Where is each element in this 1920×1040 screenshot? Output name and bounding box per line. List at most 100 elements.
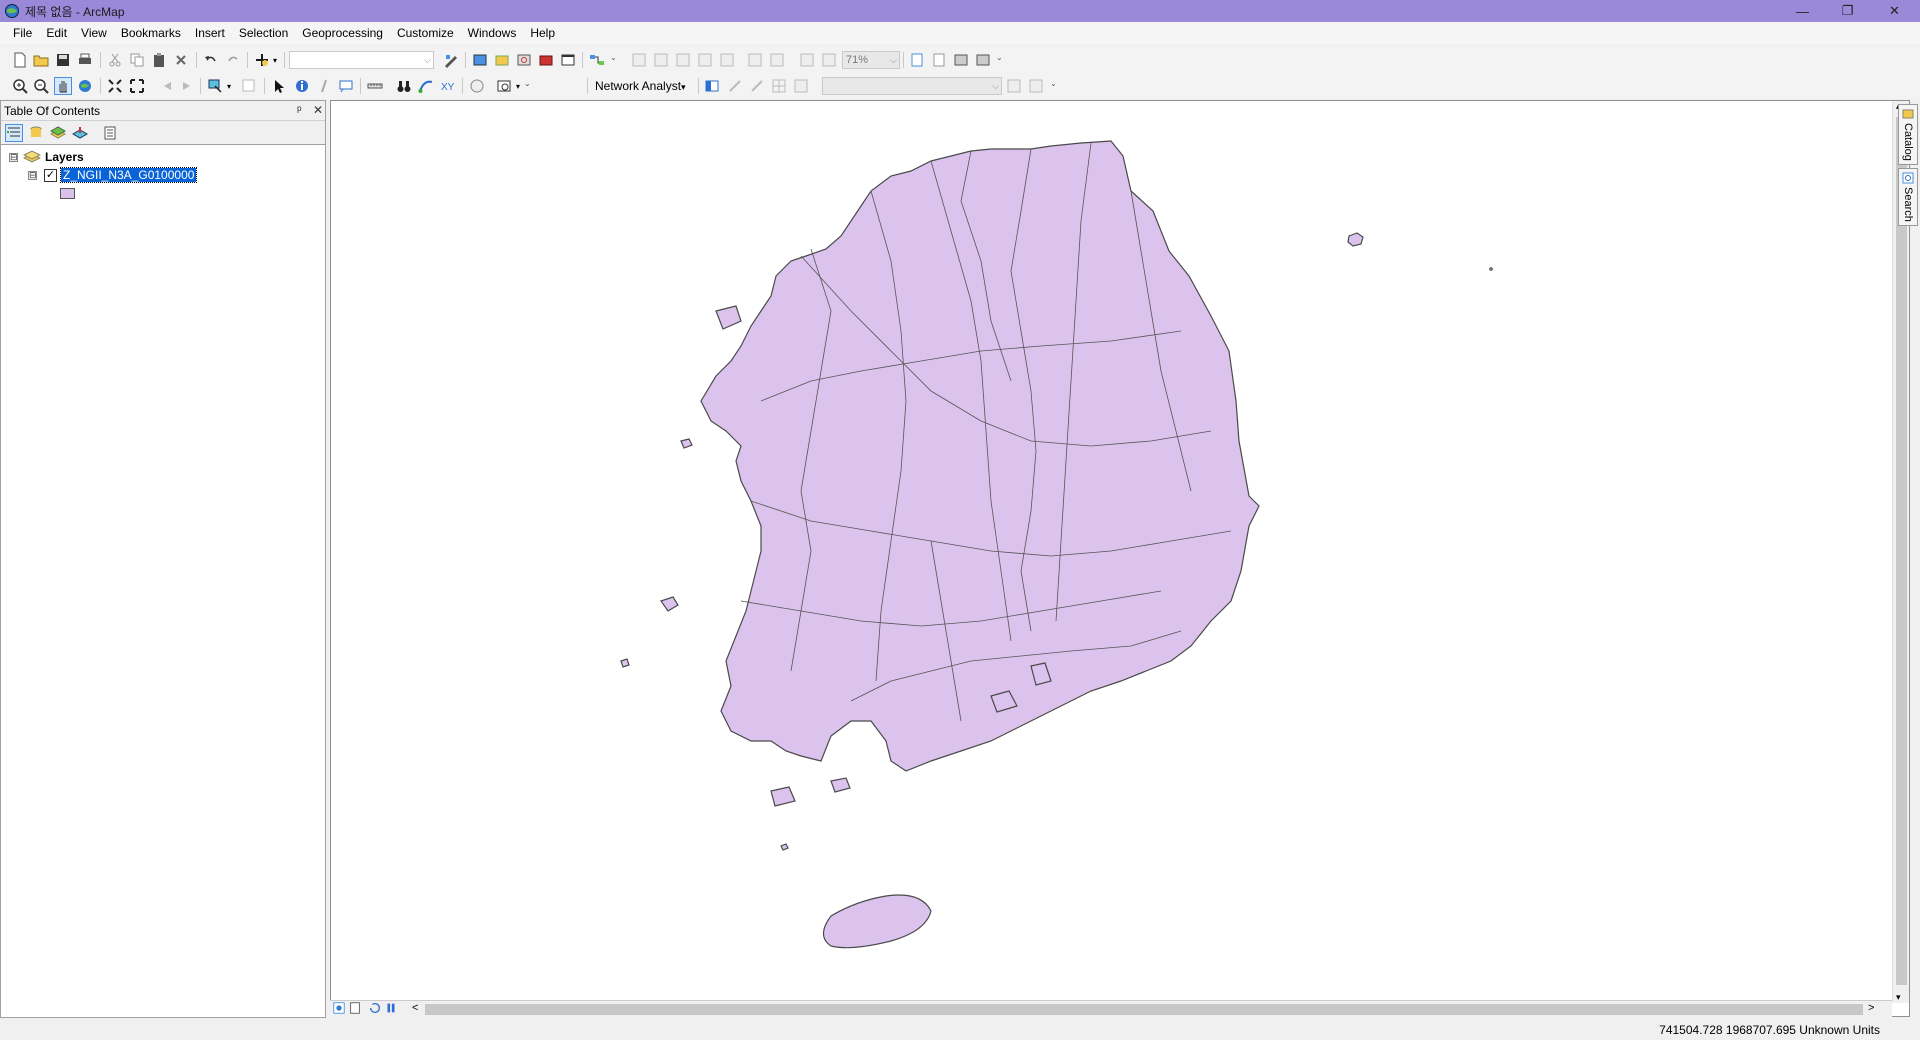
undo-icon[interactable] [202,51,220,69]
search-tab[interactable]: Search [1898,167,1918,226]
list-by-source-icon[interactable] [27,124,45,142]
find-binoculars-icon[interactable] [395,77,413,95]
menu-file[interactable]: File [6,22,39,44]
add-data-icon[interactable] [253,51,271,69]
menu-windows[interactable]: Windows [461,22,524,44]
editor-toolbar-icon[interactable] [442,51,460,69]
pause-drawing-icon[interactable] [384,1001,398,1015]
menu-view[interactable]: View [74,22,114,44]
layers-expander[interactable]: ⊟ [9,152,18,162]
data-driven-pages-icon[interactable] [974,51,992,69]
menu-customize[interactable]: Customize [390,22,461,44]
jindo-island-polygon [770,786,796,807]
new-document-icon[interactable] [11,51,29,69]
refresh-view-icon[interactable] [368,1001,382,1015]
create-viewer-window-icon[interactable] [495,77,513,95]
network-analyst-window-icon[interactable] [703,77,721,95]
cut-icon[interactable] [106,51,124,69]
korea-mainland-polygon [700,140,1260,772]
scroll-down-arrow[interactable]: ▾ [1896,992,1901,1003]
ganghwa-island-polygon [715,305,742,330]
toc-options-icon[interactable] [101,124,119,142]
menu-edit[interactable]: Edit [39,22,74,44]
back-extent-icon[interactable] [158,77,176,95]
menu-insert[interactable]: Insert [188,22,232,44]
list-by-visibility-icon[interactable] [49,124,67,142]
korea-map[interactable] [331,101,1881,1003]
scroll-right-arrow[interactable]: > [1868,1002,1874,1014]
copy-icon[interactable] [128,51,146,69]
full-extent-globe-icon[interactable] [76,77,94,95]
minimize-button[interactable]: — [1780,0,1825,22]
model-builder-icon[interactable] [588,51,606,69]
menu-bookmarks[interactable]: Bookmarks [114,22,188,44]
menu-selection[interactable]: Selection [232,22,295,44]
measure-icon[interactable] [366,77,384,95]
map-scale-combo[interactable]: ⌵ [289,51,434,69]
fixed-zoom-in-arrows-icon[interactable] [106,77,124,95]
title-bar: 제목 없음 - ArcMap — ❐ ✕ [0,0,1920,22]
select-features-icon[interactable] [206,77,224,95]
focus-data-frame-icon[interactable] [930,51,948,69]
hyperlink-icon[interactable] [315,77,333,95]
clear-selection-icon[interactable] [240,77,258,95]
menu-help[interactable]: Help [523,22,562,44]
zoom-out-icon[interactable] [32,77,50,95]
polygon-symbol-swatch[interactable] [60,187,75,199]
pan-hand-icon[interactable] [54,77,72,95]
paste-icon[interactable] [150,51,168,69]
forward-extent-icon[interactable] [178,77,196,95]
catalog-window-icon[interactable] [493,51,511,69]
vertical-scrollbar[interactable]: ▴ ▾ [1892,101,1909,1003]
network-analyst-menu[interactable]: Network Analyst▾ [595,77,686,96]
redo-icon[interactable] [224,51,242,69]
list-by-drawing-order-icon[interactable] [5,124,23,142]
select-elements-arrow-icon[interactable] [270,77,288,95]
time-slider-icon[interactable] [468,77,486,95]
zoom-out-fixed-icon [652,51,670,69]
python-window-icon[interactable] [559,51,577,69]
delete-icon[interactable] [172,51,190,69]
add-data-dropdown-icon[interactable]: ▾ [270,51,280,69]
vertical-scroll-thumb[interactable] [1896,117,1907,985]
viewer-dropdown-icon[interactable]: ▾ [513,77,523,95]
layer-expander[interactable]: ⊟ [28,170,37,180]
menu-geoprocessing[interactable]: Geoprocessing [295,22,390,44]
sinan-island-polygon [660,596,679,612]
pin-icon[interactable]: ᵖ [297,103,302,117]
arctoolbox-icon[interactable] [537,51,555,69]
map-display[interactable]: ▴ ▾ [330,100,1910,1017]
layer-visibility-checkbox[interactable]: ✓ [44,168,57,182]
layout-view-icon[interactable] [348,1001,362,1015]
zoom-in-icon[interactable] [11,77,29,95]
layers-dataframe-row[interactable]: ⊟ Layers [9,149,84,165]
search-tab-label: Search [1902,186,1914,222]
layer-symbol-row[interactable] [60,185,75,201]
list-by-selection-icon[interactable] [71,124,89,142]
save-icon[interactable] [54,51,72,69]
fixed-zoom-out-arrows-icon[interactable] [128,77,146,95]
close-window-button[interactable]: ✕ [1872,0,1917,22]
search-window-icon[interactable] [515,51,533,69]
zoom-in-fixed-icon [630,51,648,69]
go-to-xy-icon[interactable]: XY [439,77,457,95]
catalog-tab-label: Catalog [1902,123,1914,161]
html-popup-icon[interactable] [337,77,355,95]
print-icon[interactable] [76,51,94,69]
horizontal-scroll-thumb[interactable] [425,1004,1863,1015]
layer-row[interactable]: ⊟ ✓ Z_NGII_N3A_G0100000 [28,167,198,183]
table-of-contents-icon[interactable] [471,51,489,69]
identify-icon[interactable] [293,77,311,95]
select-move-network-location-icon [748,77,766,95]
toggle-draft-mode-icon[interactable] [908,51,926,69]
layer-name[interactable]: Z_NGII_N3A_G0100000 [59,167,198,183]
change-layout-icon[interactable] [952,51,970,69]
find-route-icon[interactable] [417,77,435,95]
open-folder-icon[interactable] [32,51,50,69]
restore-button[interactable]: ❐ [1825,0,1870,22]
catalog-tab[interactable]: Catalog [1898,104,1918,165]
data-view-icon[interactable] [332,1001,346,1015]
close-toc-icon[interactable]: ✕ [313,103,323,117]
select-dropdown-icon[interactable]: ▾ [224,77,234,95]
scroll-left-arrow[interactable]: < [412,1002,418,1014]
